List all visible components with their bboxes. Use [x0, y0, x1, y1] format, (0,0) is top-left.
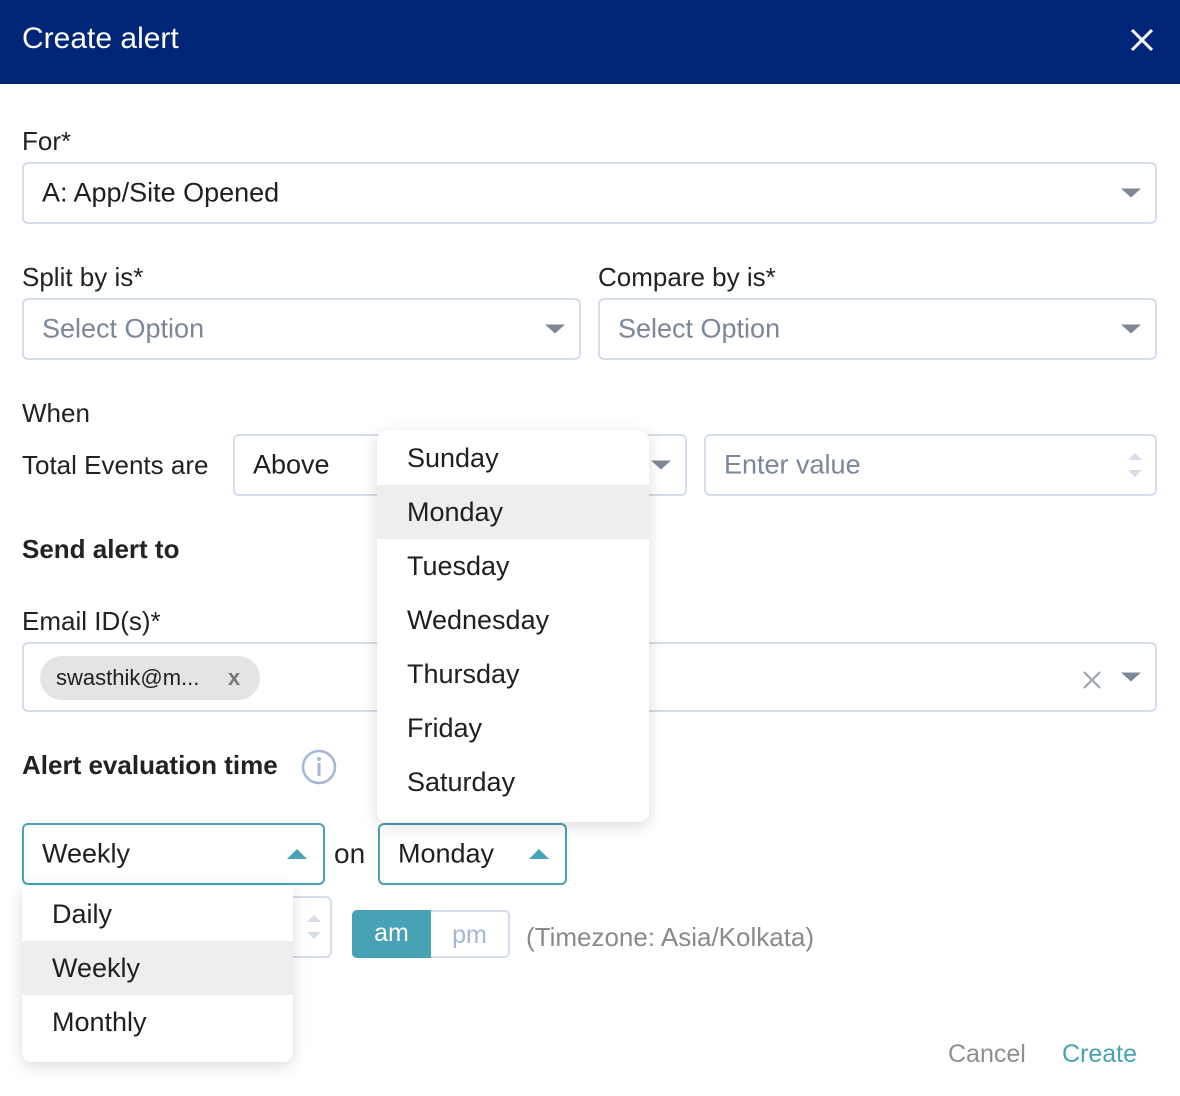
email-chip-text: swasthik@m... — [56, 665, 199, 691]
day-option-saturday[interactable]: Saturday — [377, 755, 649, 809]
day-menu: Sunday Monday Tuesday Wednesday Thursday… — [377, 430, 649, 822]
day-option-monday[interactable]: Monday — [377, 485, 649, 539]
condition-value: Above — [253, 450, 330, 481]
evaluation-heading: Alert evaluation time — [22, 750, 278, 781]
for-label: For* — [22, 126, 71, 157]
day-option-wednesday[interactable]: Wednesday — [377, 593, 649, 647]
split-by-label: Split by is* — [22, 262, 143, 293]
send-alert-heading: Send alert to — [22, 534, 179, 565]
chevron-up-icon — [287, 849, 307, 859]
day-option-friday[interactable]: Friday — [377, 701, 649, 755]
for-value: A: App/Site Opened — [42, 178, 279, 209]
dialog-title: Create alert — [22, 22, 179, 56]
frequency-option-monthly[interactable]: Monthly — [22, 995, 293, 1049]
chevron-down-icon — [545, 325, 565, 334]
chevron-down-icon — [1121, 325, 1141, 334]
stepper-icon[interactable] — [306, 912, 322, 942]
frequency-option-weekly[interactable]: Weekly — [22, 941, 293, 995]
when-label: When — [22, 398, 90, 429]
compare-by-label: Compare by is* — [598, 262, 776, 293]
day-select[interactable]: Monday — [378, 823, 567, 885]
clear-icon[interactable] — [1082, 670, 1102, 690]
on-label: on — [334, 838, 365, 870]
value-input[interactable]: Enter value — [704, 434, 1157, 496]
chevron-down-icon — [1121, 189, 1141, 198]
timezone-text: (Timezone: Asia/Kolkata) — [526, 922, 814, 953]
dialog-header: Create alert — [0, 0, 1180, 84]
pm-toggle[interactable]: pm — [431, 910, 510, 958]
cancel-button[interactable]: Cancel — [948, 1040, 1026, 1069]
for-select[interactable]: A: App/Site Opened — [22, 162, 1157, 224]
chevron-down-icon — [651, 461, 671, 470]
chevron-down-icon — [1121, 673, 1141, 682]
stepper-icon[interactable] — [1127, 450, 1143, 480]
frequency-select[interactable]: Weekly — [22, 823, 325, 885]
day-option-tuesday[interactable]: Tuesday — [377, 539, 649, 593]
day-option-thursday[interactable]: Thursday — [377, 647, 649, 701]
email-label: Email ID(s)* — [22, 606, 161, 637]
frequency-menu: Daily Weekly Monthly — [22, 886, 293, 1062]
total-events-label: Total Events are — [22, 450, 208, 481]
split-by-select[interactable]: Select Option — [22, 298, 581, 360]
value-placeholder: Enter value — [724, 450, 861, 481]
close-icon[interactable] — [1126, 22, 1158, 58]
day-option-sunday[interactable]: Sunday — [377, 431, 649, 485]
compare-by-select[interactable]: Select Option — [598, 298, 1157, 360]
info-icon[interactable] — [300, 748, 338, 786]
split-by-placeholder: Select Option — [42, 314, 204, 345]
frequency-value: Weekly — [42, 839, 130, 870]
day-value: Monday — [398, 839, 494, 870]
frequency-option-daily[interactable]: Daily — [22, 887, 293, 941]
create-button[interactable]: Create — [1062, 1040, 1137, 1069]
email-chip: swasthik@m... x — [40, 656, 260, 700]
am-toggle[interactable]: am — [352, 910, 431, 958]
chip-remove-icon[interactable]: x — [228, 665, 240, 691]
chevron-up-icon — [529, 849, 549, 859]
compare-by-placeholder: Select Option — [618, 314, 780, 345]
